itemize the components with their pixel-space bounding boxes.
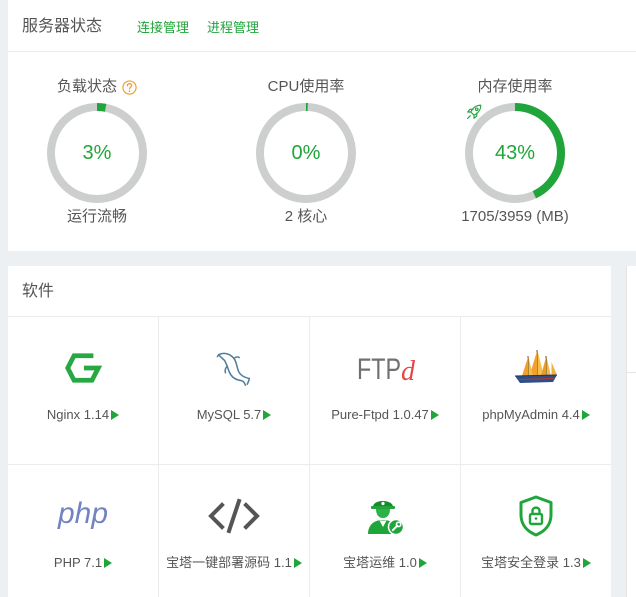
- connection-management-link[interactable]: 连接管理: [137, 18, 189, 38]
- triangle-right-icon: [582, 558, 591, 568]
- software-icon-slot: [8, 347, 158, 389]
- code-brackets-icon: [208, 498, 260, 534]
- load-status-text: 运行流畅: [66, 208, 127, 225]
- phpmyadmin-sailboat-icon: [514, 350, 558, 383]
- question-circle-icon[interactable]: [122, 79, 137, 95]
- security-shield-lock-icon: [519, 495, 553, 537]
- software-grid: Nginx 1.14 MySQL 5.7 FTP d Pure-Ftpd 1.0…: [8, 317, 611, 597]
- software-item-label: MySQL 5.7: [159, 405, 309, 425]
- software-icon-slot: [159, 495, 309, 537]
- software-item-php[interactable]: php PHP 7.1: [8, 465, 159, 597]
- cpu-value: 0%: [291, 142, 321, 164]
- software-name: PHP 7.1: [53, 555, 103, 570]
- software-item-label: 宝塔安全登录 1.3: [461, 553, 611, 573]
- cpu-ring: 0%: [256, 103, 356, 203]
- triangle-right-icon: [418, 558, 427, 568]
- triangle-right-icon: [430, 410, 439, 420]
- software-item-label: phpMyAdmin 4.4: [461, 405, 611, 425]
- software-name: Nginx 1.14: [46, 407, 110, 422]
- software-item-label: Nginx 1.14: [8, 405, 158, 425]
- pure-ftpd-logo: FTP d: [357, 353, 415, 386]
- triangle-right-icon: [104, 558, 113, 568]
- software-item-mysql[interactable]: MySQL 5.7: [159, 317, 310, 465]
- software-name: 宝塔安全登录 1.3: [481, 555, 581, 570]
- software-panel: 软件 Nginx 1.14 MySQL 5.7 FTP d Pure-Ftpd …: [8, 266, 611, 597]
- triangle-right-icon: [111, 410, 120, 420]
- software-item-nginx[interactable]: Nginx 1.14: [8, 317, 159, 465]
- ftp-logo-d: d: [401, 356, 415, 386]
- header-divider: [8, 51, 636, 52]
- software-icon-slot: php: [8, 495, 158, 537]
- software-icon-slot: [310, 495, 460, 537]
- software-icon-slot: [461, 347, 611, 389]
- software-item-pure-ftpd[interactable]: FTP d Pure-Ftpd 1.0.47: [310, 317, 461, 465]
- load-value: 3%: [82, 142, 112, 164]
- server-status-panel: 服务器状态 连接管理 进程管理 负载状态 3% 运行流畅 CPU使用率 0% 2…: [8, 0, 636, 251]
- software-name: 宝塔运维 1.0: [343, 555, 417, 570]
- adjacent-panel-divider: [627, 372, 636, 373]
- software-item-phpmyadmin[interactable]: phpMyAdmin 4.4: [461, 317, 611, 465]
- software-item-secure-login[interactable]: 宝塔安全登录 1.3: [461, 465, 611, 597]
- load-gauge-label: 负载状态: [56, 78, 117, 95]
- adjacent-panel-edge: [626, 266, 636, 597]
- triangle-right-icon: [263, 410, 272, 420]
- triangle-right-icon: [293, 558, 302, 568]
- cpu-gauge-label: CPU使用率: [267, 78, 345, 95]
- software-item-one-click-deploy[interactable]: 宝塔一键部署源码 1.1: [159, 465, 310, 597]
- triangle-right-icon: [581, 410, 590, 420]
- software-icon-slot: [461, 495, 611, 537]
- php-logo: php: [57, 498, 108, 530]
- ops-engineer-icon: [368, 501, 405, 536]
- software-icon-slot: FTP d: [310, 347, 460, 389]
- memory-value: 43%: [494, 142, 536, 164]
- cpu-gauge: CPU使用率 0% 2 核心: [221, 77, 391, 227]
- memory-gauge-label: 内存使用率: [477, 78, 553, 95]
- software-item-label: Pure-Ftpd 1.0.47: [310, 405, 460, 425]
- software-item-label: PHP 7.1: [8, 553, 158, 573]
- software-item-ops[interactable]: 宝塔运维 1.0: [310, 465, 461, 597]
- software-icon-slot: [159, 347, 309, 389]
- software-title: 软件: [22, 283, 55, 300]
- cpu-gauge-label-row: CPU使用率: [221, 77, 391, 97]
- memory-gauge-label-row: 内存使用率: [430, 77, 600, 97]
- software-name: 宝塔一键部署源码 1.1: [166, 555, 292, 570]
- software-name: phpMyAdmin 4.4: [482, 407, 580, 422]
- memory-gauge: 内存使用率 43% 1705/3959 (MB): [430, 77, 600, 227]
- ftp-logo-text: FTP: [357, 353, 401, 386]
- server-status-title: 服务器状态: [22, 18, 103, 35]
- cpu-cores-text: 2 核心: [284, 208, 328, 225]
- software-name: MySQL 5.7: [196, 407, 262, 422]
- load-gauge: 负载状态 3% 运行流畅: [12, 77, 182, 227]
- memory-usage-text: 1705/3959 (MB): [461, 208, 569, 225]
- php-logo-text: php: [57, 498, 108, 530]
- software-name: Pure-Ftpd 1.0.47: [331, 407, 429, 422]
- load-ring: 3%: [47, 103, 147, 203]
- mysql-dolphin-icon: [216, 352, 250, 386]
- software-item-label: 宝塔运维 1.0: [310, 553, 460, 573]
- software-item-label: 宝塔一键部署源码 1.1: [159, 553, 309, 573]
- load-gauge-label-row: 负载状态: [12, 77, 182, 97]
- nginx-icon: [65, 353, 102, 383]
- process-management-link[interactable]: 进程管理: [207, 18, 259, 38]
- memory-ring[interactable]: 43%: [465, 103, 565, 203]
